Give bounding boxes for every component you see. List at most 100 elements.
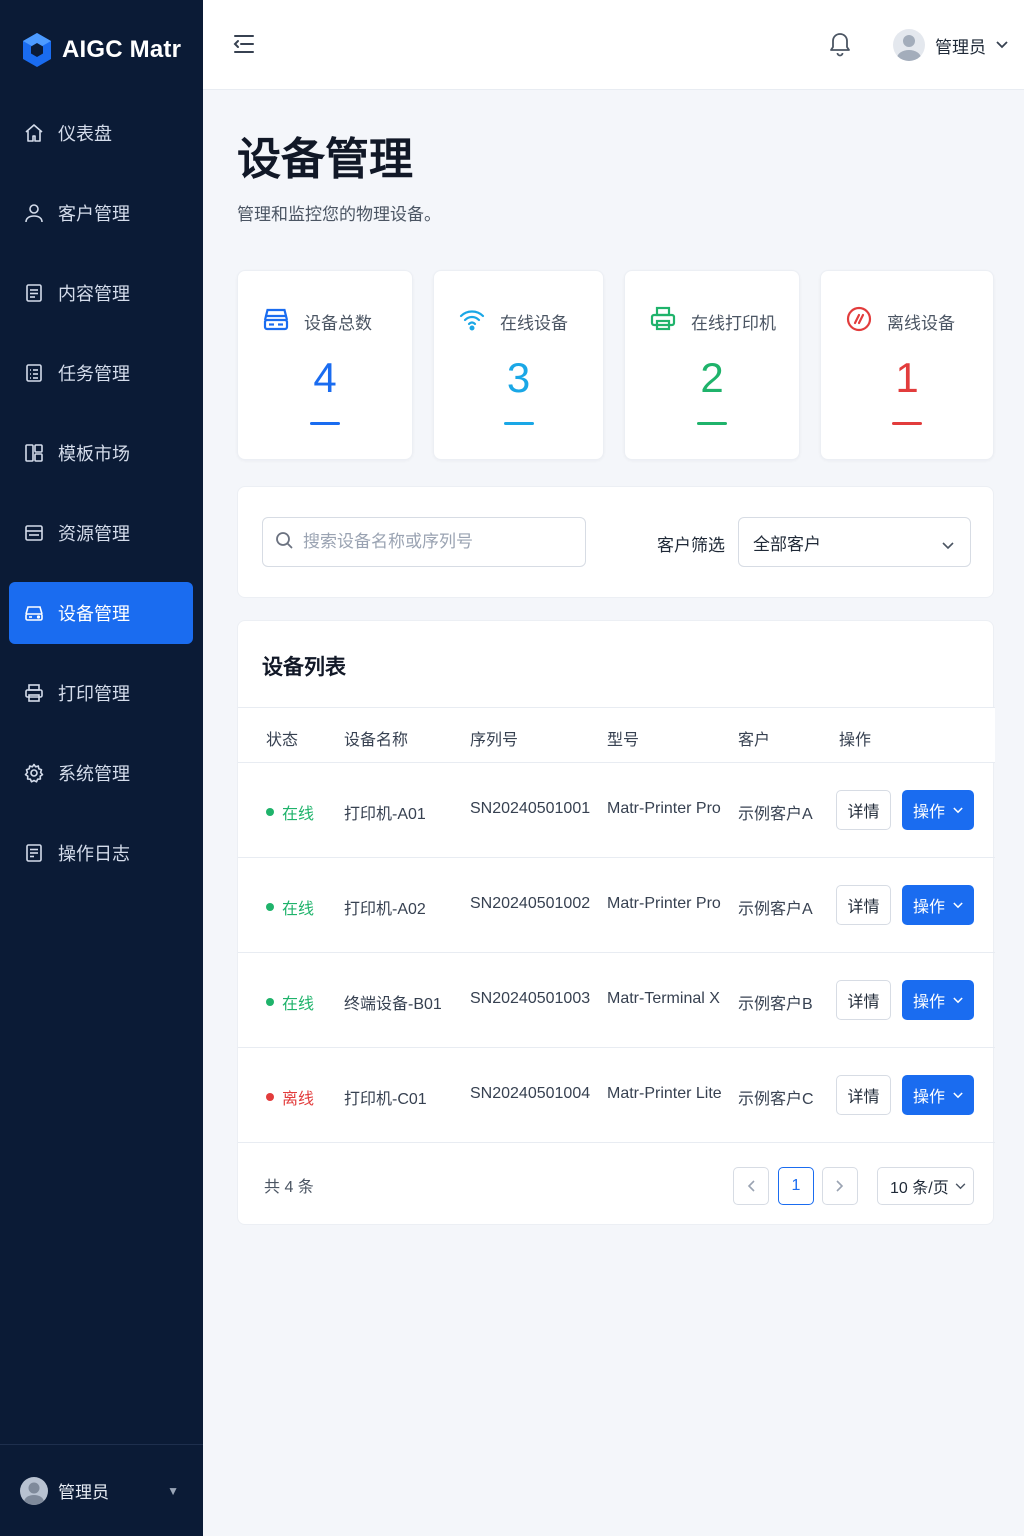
customer-select-value: 全部客户 <box>753 534 821 554</box>
printer-icon <box>24 683 44 703</box>
device-model: Matr-Printer Pro <box>607 895 721 912</box>
action-button[interactable]: 操作 <box>902 1075 974 1115</box>
status-cell: 在线 <box>266 895 314 919</box>
customer-name: 示例客户A <box>738 806 813 823</box>
sidebar-item-label: 客户管理 <box>58 204 130 224</box>
serial-number: SN20240501001 <box>470 800 591 817</box>
stats-row: 设备总数 4 在线设备 3 在线打印机 2 离线设备 1 <box>237 270 994 460</box>
status-cell: 在线 <box>266 990 314 1014</box>
stat-card: 在线设备 3 <box>433 270 604 460</box>
detail-button[interactable]: 详情 <box>836 790 891 830</box>
device-model: Matr-Printer Pro <box>607 800 721 817</box>
bell-icon[interactable] <box>828 31 852 59</box>
main-content: 设备管理 管理和监控您的物理设备。 设备总数 4 在线设备 3 在线打印机 2 离线设备 1 … <box>237 90 995 1225</box>
sidebar-item-label: 内容管理 <box>58 284 130 304</box>
sidebar-item[interactable]: 内容管理 <box>9 262 193 324</box>
chevron-down-icon <box>955 1177 966 1195</box>
stat-underline <box>697 422 727 425</box>
sidebar-item[interactable]: 资源管理 <box>9 502 193 564</box>
stat-head: 在线打印机 <box>649 305 776 338</box>
action-button[interactable]: 操作 <box>902 885 974 925</box>
action-button-label: 操作 <box>912 899 945 916</box>
page-number-button[interactable]: 1 <box>778 1167 814 1205</box>
action-button-label: 操作 <box>912 994 945 1011</box>
stat-label: 在线打印机 <box>691 314 776 333</box>
status-text: 离线 <box>282 1091 315 1108</box>
action-button[interactable]: 操作 <box>902 980 974 1020</box>
sidebar: AIGC Matr 仪表盘客户管理内容管理任务管理模板市场资源管理设备管理打印管… <box>0 0 203 1536</box>
stat-underline <box>892 422 922 425</box>
table-title: 设备列表 <box>262 656 346 679</box>
brand-name: AIGC Matr <box>62 36 182 63</box>
stat-head: 在线设备 <box>458 305 568 338</box>
status-dot <box>266 998 274 1006</box>
sidebar-item[interactable]: 打印管理 <box>9 662 193 724</box>
action-button[interactable]: 操作 <box>902 790 974 830</box>
page-size-select[interactable]: 10 条/页 <box>877 1167 974 1205</box>
sidebar-item[interactable]: 设备管理 <box>9 582 193 644</box>
sidebar-item-label: 操作日志 <box>58 844 130 864</box>
status-cell: 离线 <box>266 1085 314 1109</box>
stat-value: 1 <box>895 354 919 401</box>
page-subtitle: 管理和监控您的物理设备。 <box>237 205 441 224</box>
sidebar-item[interactable]: 操作日志 <box>9 822 193 884</box>
detail-button[interactable]: 详情 <box>836 885 891 925</box>
stat-label: 离线设备 <box>887 314 955 333</box>
stat-value: 4 <box>313 354 337 401</box>
detail-button[interactable]: 详情 <box>836 980 891 1020</box>
sidebar-nav: 仪表盘客户管理内容管理任务管理模板市场资源管理设备管理打印管理系统管理操作日志 <box>0 102 203 884</box>
chevron-down-icon <box>953 1086 963 1104</box>
table-row: 在线 打印机-A01 SN20240501001 Matr-Printer Pro 示例… <box>238 763 995 858</box>
stat-value: 3 <box>506 354 531 401</box>
detail-button[interactable]: 详情 <box>836 1075 891 1115</box>
sidebar-item[interactable]: 系统管理 <box>9 742 193 804</box>
avatar <box>20 1476 48 1505</box>
device-name: 终端设备-B01 <box>344 996 442 1013</box>
wifi-icon <box>458 305 486 338</box>
search-box[interactable] <box>262 517 586 567</box>
menu-toggle-icon[interactable] <box>233 33 255 55</box>
chevron-down-icon <box>953 801 963 819</box>
column-header: 状态 <box>266 732 299 749</box>
sidebar-item[interactable]: 仪表盘 <box>9 102 193 164</box>
status-dot <box>266 1093 274 1101</box>
customer-select[interactable]: 全部客户 <box>738 517 971 567</box>
caret-down-icon[interactable]: ▼ <box>167 1484 179 1498</box>
filter-card: 客户筛选 全部客户 <box>237 486 994 598</box>
home-icon <box>24 123 44 143</box>
stat-label: 设备总数 <box>304 314 372 333</box>
sidebar-item-label: 打印管理 <box>58 684 130 704</box>
avatar <box>893 29 925 61</box>
sidebar-item-label: 设备管理 <box>58 604 130 624</box>
device-name: 打印机-C01 <box>344 1091 427 1108</box>
serial-number: SN20240501002 <box>470 895 591 912</box>
folder-icon <box>24 523 44 543</box>
brand[interactable]: AIGC Matr <box>0 0 203 100</box>
sidebar-item[interactable]: 模板市场 <box>9 422 193 484</box>
stat-head: 设备总数 <box>262 305 372 338</box>
user-icon <box>24 203 44 223</box>
gear-icon <box>24 763 44 783</box>
status-text: 在线 <box>282 901 315 918</box>
sidebar-user[interactable]: 管理员 ▼ <box>0 1444 203 1536</box>
topbar: 管理员 <box>203 0 1024 90</box>
sidebar-item[interactable]: 任务管理 <box>9 342 193 404</box>
prev-page-button[interactable] <box>733 1167 769 1205</box>
column-header: 操作 <box>839 732 872 749</box>
sidebar-item[interactable]: 客户管理 <box>9 182 193 244</box>
chevron-down-icon <box>953 896 963 914</box>
stat-card: 在线打印机 2 <box>624 270 800 460</box>
stat-card: 离线设备 1 <box>820 270 994 460</box>
table-row: 离线 打印机-C01 SN20240501004 Matr-Printer Lite 示… <box>238 1048 995 1143</box>
search-input[interactable] <box>303 532 573 552</box>
chevron-down-icon <box>996 38 1008 52</box>
next-page-button[interactable] <box>822 1167 858 1205</box>
action-button-label: 操作 <box>912 804 945 821</box>
action-button-label: 操作 <box>912 1089 945 1106</box>
column-header: 型号 <box>607 732 640 749</box>
search-icon <box>275 531 293 554</box>
sidebar-item-label: 资源管理 <box>58 524 130 544</box>
serial-number: SN20240501004 <box>470 1085 591 1102</box>
user-menu[interactable]: 管理员 <box>893 24 1008 66</box>
sidebar-item-label: 仪表盘 <box>58 124 112 144</box>
